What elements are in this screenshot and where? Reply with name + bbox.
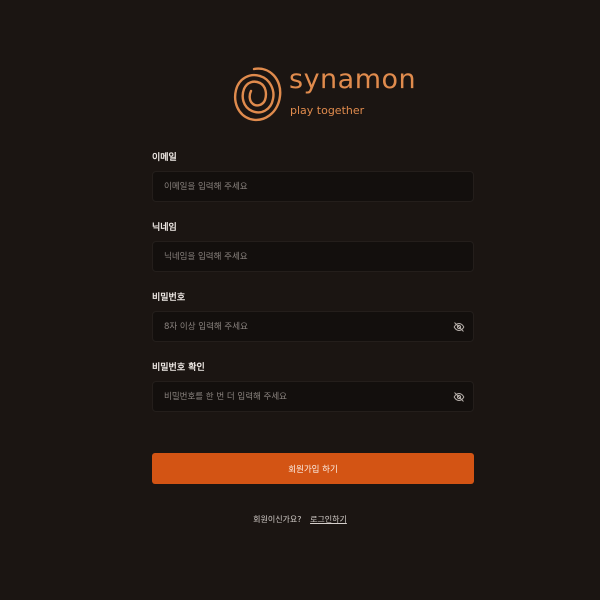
password-input[interactable]: [153, 312, 473, 341]
login-link[interactable]: 로그인하기: [310, 515, 347, 524]
brand-name: synamon: [289, 64, 417, 95]
password-field-group: 비밀번호: [152, 292, 474, 362]
password-label: 비밀번호: [152, 293, 186, 303]
email-label: 이메일: [152, 153, 177, 163]
password-input-wrap: [152, 311, 474, 342]
login-prompt: 회원이신가요? 로그인하기: [0, 514, 600, 526]
brand-tagline: play together: [290, 104, 365, 117]
signup-button[interactable]: 회원가입 하기: [152, 453, 474, 484]
nickname-field-group: 닉네임: [152, 222, 474, 292]
password-confirm-field-group: 비밀번호 확인: [152, 362, 474, 432]
email-input-wrap: [152, 171, 474, 202]
brand-logo: synamon play together: [232, 64, 416, 130]
password-confirm-input[interactable]: [153, 382, 473, 411]
signup-page: synamon play together 이메일 닉네임 비밀번호: [0, 0, 600, 600]
nickname-label: 닉네임: [152, 223, 177, 233]
synamon-logo-icon: [234, 67, 282, 122]
password-confirm-label: 비밀번호 확인: [152, 363, 205, 373]
password-confirm-input-wrap: [152, 381, 474, 412]
login-question: 회원이신가요?: [253, 515, 302, 524]
nickname-input-wrap: [152, 241, 474, 272]
nickname-input[interactable]: [153, 242, 473, 271]
email-input[interactable]: [153, 172, 473, 201]
email-field-group: 이메일: [152, 152, 474, 222]
signup-form: 이메일 닉네임 비밀번호: [152, 152, 474, 432]
eye-icon[interactable]: [453, 321, 465, 333]
eye-icon[interactable]: [453, 391, 465, 403]
